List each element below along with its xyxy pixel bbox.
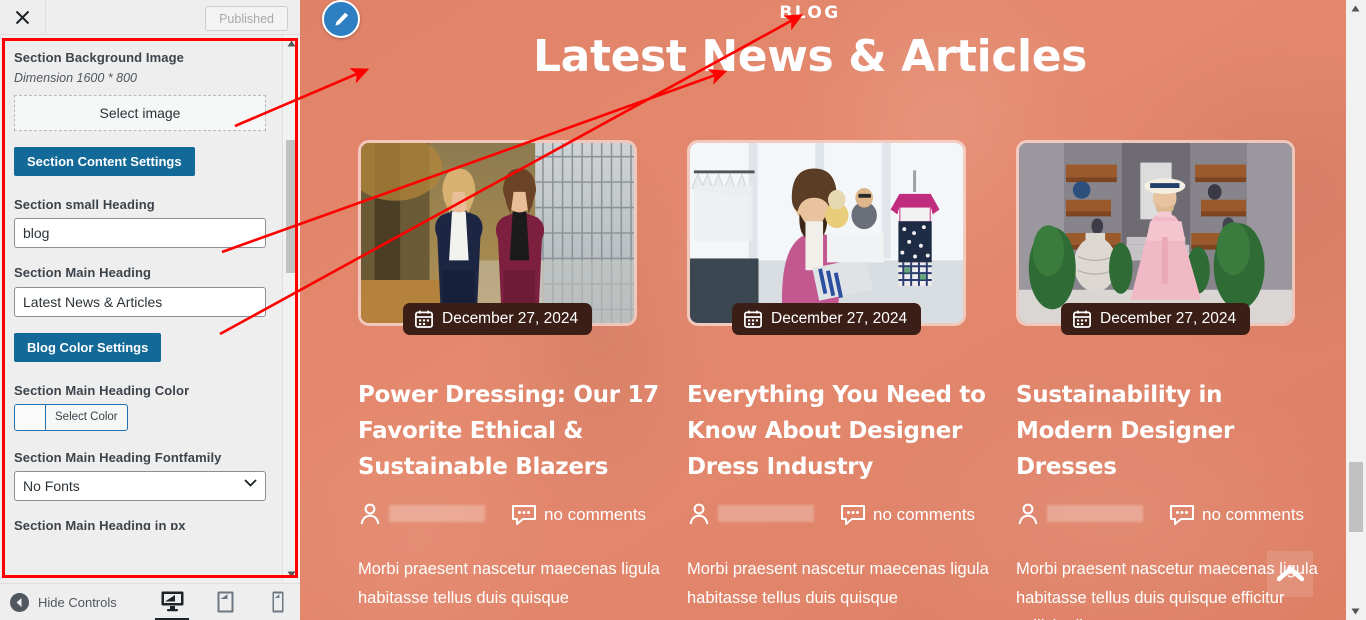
- calendar-icon: [415, 310, 433, 328]
- section-small-heading-label: Section small Heading: [14, 197, 155, 213]
- device-desktop-button[interactable]: [155, 588, 189, 620]
- blog-card-title[interactable]: Power Dressing: Our 17 Favorite Ethical …: [358, 378, 661, 486]
- section-main-heading-input[interactable]: [14, 286, 266, 317]
- calendar-icon: [1073, 310, 1091, 328]
- site-preview-frame: BLOG Latest News & Articles December 27,…: [300, 0, 1366, 620]
- section-background-image-dimension: Dimension 1600 * 800: [14, 71, 137, 86]
- sidebar-scroll-down-button[interactable]: [283, 566, 300, 583]
- blog-card-meta: no comments: [1016, 502, 1319, 534]
- calendar-icon: [744, 310, 762, 328]
- blog-card-meta: no comments: [687, 502, 990, 534]
- blog-card-list: December 27, 2024 Power Dressing: Our 17…: [358, 140, 1320, 620]
- caret-up-icon: [287, 40, 296, 47]
- section-main-heading-label: Section Main Heading: [14, 265, 152, 281]
- fontfamily-selected-value: No Fonts: [23, 477, 80, 494]
- fontfamily-select[interactable]: No Fonts: [14, 470, 266, 501]
- blog-card-excerpt: Morbi praesent nascetur maecenas ligula …: [358, 560, 660, 607]
- blog-card-date-label: December 27, 2024: [442, 310, 579, 327]
- collapse-left-icon: [10, 593, 29, 612]
- blog-card-date: December 27, 2024: [403, 303, 593, 335]
- blog-card-excerpt: Morbi praesent nascetur maecenas ligula …: [687, 560, 989, 607]
- comments-icon: [1169, 504, 1195, 534]
- section-main-heading-px-label: Section Main Heading in px: [14, 517, 186, 530]
- author-icon: [358, 502, 382, 534]
- blog-card-title[interactable]: Everything You Need to Know About Design…: [687, 378, 990, 486]
- blog-card-date: December 27, 2024: [732, 303, 922, 335]
- published-button[interactable]: Published: [205, 6, 288, 31]
- device-mobile-button[interactable]: [266, 588, 290, 617]
- blog-card: December 27, 2024 Power Dressing: Our 17…: [358, 140, 661, 620]
- preview-scrollbar[interactable]: [1346, 0, 1366, 620]
- blog-section-main-heading: Latest News & Articles: [533, 31, 1087, 82]
- desktop-icon: [161, 591, 183, 612]
- card-image-3: [1019, 143, 1292, 323]
- blog-card-image[interactable]: [358, 140, 637, 326]
- blog-card-comments: no comments: [544, 504, 647, 524]
- customizer-header: Published: [0, 0, 300, 35]
- device-tablet-button[interactable]: [213, 588, 237, 617]
- author-name-redacted: [718, 504, 814, 522]
- blog-card: December 27, 2024 Everything You Need to…: [687, 140, 990, 620]
- blog-card-image[interactable]: [687, 140, 966, 326]
- scroll-to-top-button[interactable]: [1267, 551, 1313, 597]
- section-background-image-label: Section Background Image: [14, 50, 184, 65]
- blog-card-date-label: December 27, 2024: [771, 310, 908, 327]
- section-main-heading-fontfamily-label: Section Main Heading Fontfamily: [14, 449, 222, 465]
- preview-scroll-down-button[interactable]: [1346, 603, 1365, 620]
- sidebar-scrollbar[interactable]: [282, 35, 300, 583]
- blog-color-settings-button[interactable]: Blog Color Settings: [14, 332, 162, 362]
- blog-card-date: December 27, 2024: [1061, 303, 1251, 335]
- blog-card-image[interactable]: [1016, 140, 1295, 326]
- select-color-button[interactable]: Select Color: [14, 403, 128, 431]
- select-image-button[interactable]: Select image: [14, 95, 266, 132]
- section-content-settings-button[interactable]: Section Content Settings: [14, 147, 195, 177]
- screen: Published Section Background Image Dimen…: [0, 0, 1366, 620]
- blog-card-date-label: December 27, 2024: [1100, 310, 1237, 327]
- section-main-heading-color-label: Section Main Heading Color: [14, 382, 190, 398]
- author-icon: [1016, 502, 1040, 534]
- blog-card-meta: no comments: [358, 502, 661, 534]
- section-small-heading-input[interactable]: [14, 218, 266, 249]
- author-name-redacted: [1047, 504, 1143, 522]
- device-preview-switcher: [155, 584, 290, 620]
- caret-down-icon: [287, 571, 296, 578]
- chevron-up-icon: [1276, 566, 1304, 582]
- blog-card: December 27, 2024 Sustainability in Mode…: [1016, 140, 1319, 620]
- close-customizer-button[interactable]: [0, 0, 46, 34]
- blog-card-title[interactable]: Sustainability in Modern Designer Dresse…: [1016, 378, 1319, 486]
- preview-scroll-thumb[interactable]: [1349, 462, 1363, 532]
- published-label: Published: [219, 11, 274, 26]
- sidebar-scroll-up-button[interactable]: [283, 35, 300, 52]
- comments-icon: [840, 504, 866, 534]
- author-icon: [687, 502, 711, 534]
- select-color-label: Select Color: [55, 411, 118, 424]
- blog-section-small-heading: BLOG: [779, 3, 841, 23]
- caret-up-icon: [1351, 5, 1360, 12]
- fontfamily-select-wrap: No Fonts: [14, 470, 266, 501]
- comments-icon: [511, 504, 537, 534]
- customizer-sidebar: Published Section Background Image Dimen…: [0, 0, 300, 620]
- customizer-footer: Hide Controls: [0, 583, 300, 620]
- color-swatch: [15, 404, 46, 430]
- author-name-redacted: [389, 504, 485, 522]
- edit-section-shortcut-button[interactable]: [322, 0, 360, 38]
- customizer-controls-panel: Section Background Image Dimension 1600 …: [0, 35, 300, 583]
- tablet-icon: [217, 591, 233, 613]
- blog-card-comments: no comments: [873, 504, 976, 524]
- customizer-controls-list: Section Background Image Dimension 1600 …: [0, 35, 282, 583]
- caret-down-icon: [1351, 608, 1360, 615]
- mobile-icon: [272, 591, 284, 613]
- preview-scroll-up-button[interactable]: [1346, 0, 1365, 17]
- pencil-edit-icon: [334, 12, 348, 26]
- close-icon: [15, 10, 30, 24]
- card-image-1: [361, 143, 634, 323]
- hide-controls-button[interactable]: Hide Controls: [10, 584, 117, 620]
- select-image-label: Select image: [99, 105, 181, 122]
- hide-controls-label: Hide Controls: [38, 595, 117, 610]
- sidebar-scroll-thumb[interactable]: [286, 140, 298, 273]
- blog-card-comments: no comments: [1202, 504, 1305, 524]
- card-image-2: [690, 143, 963, 323]
